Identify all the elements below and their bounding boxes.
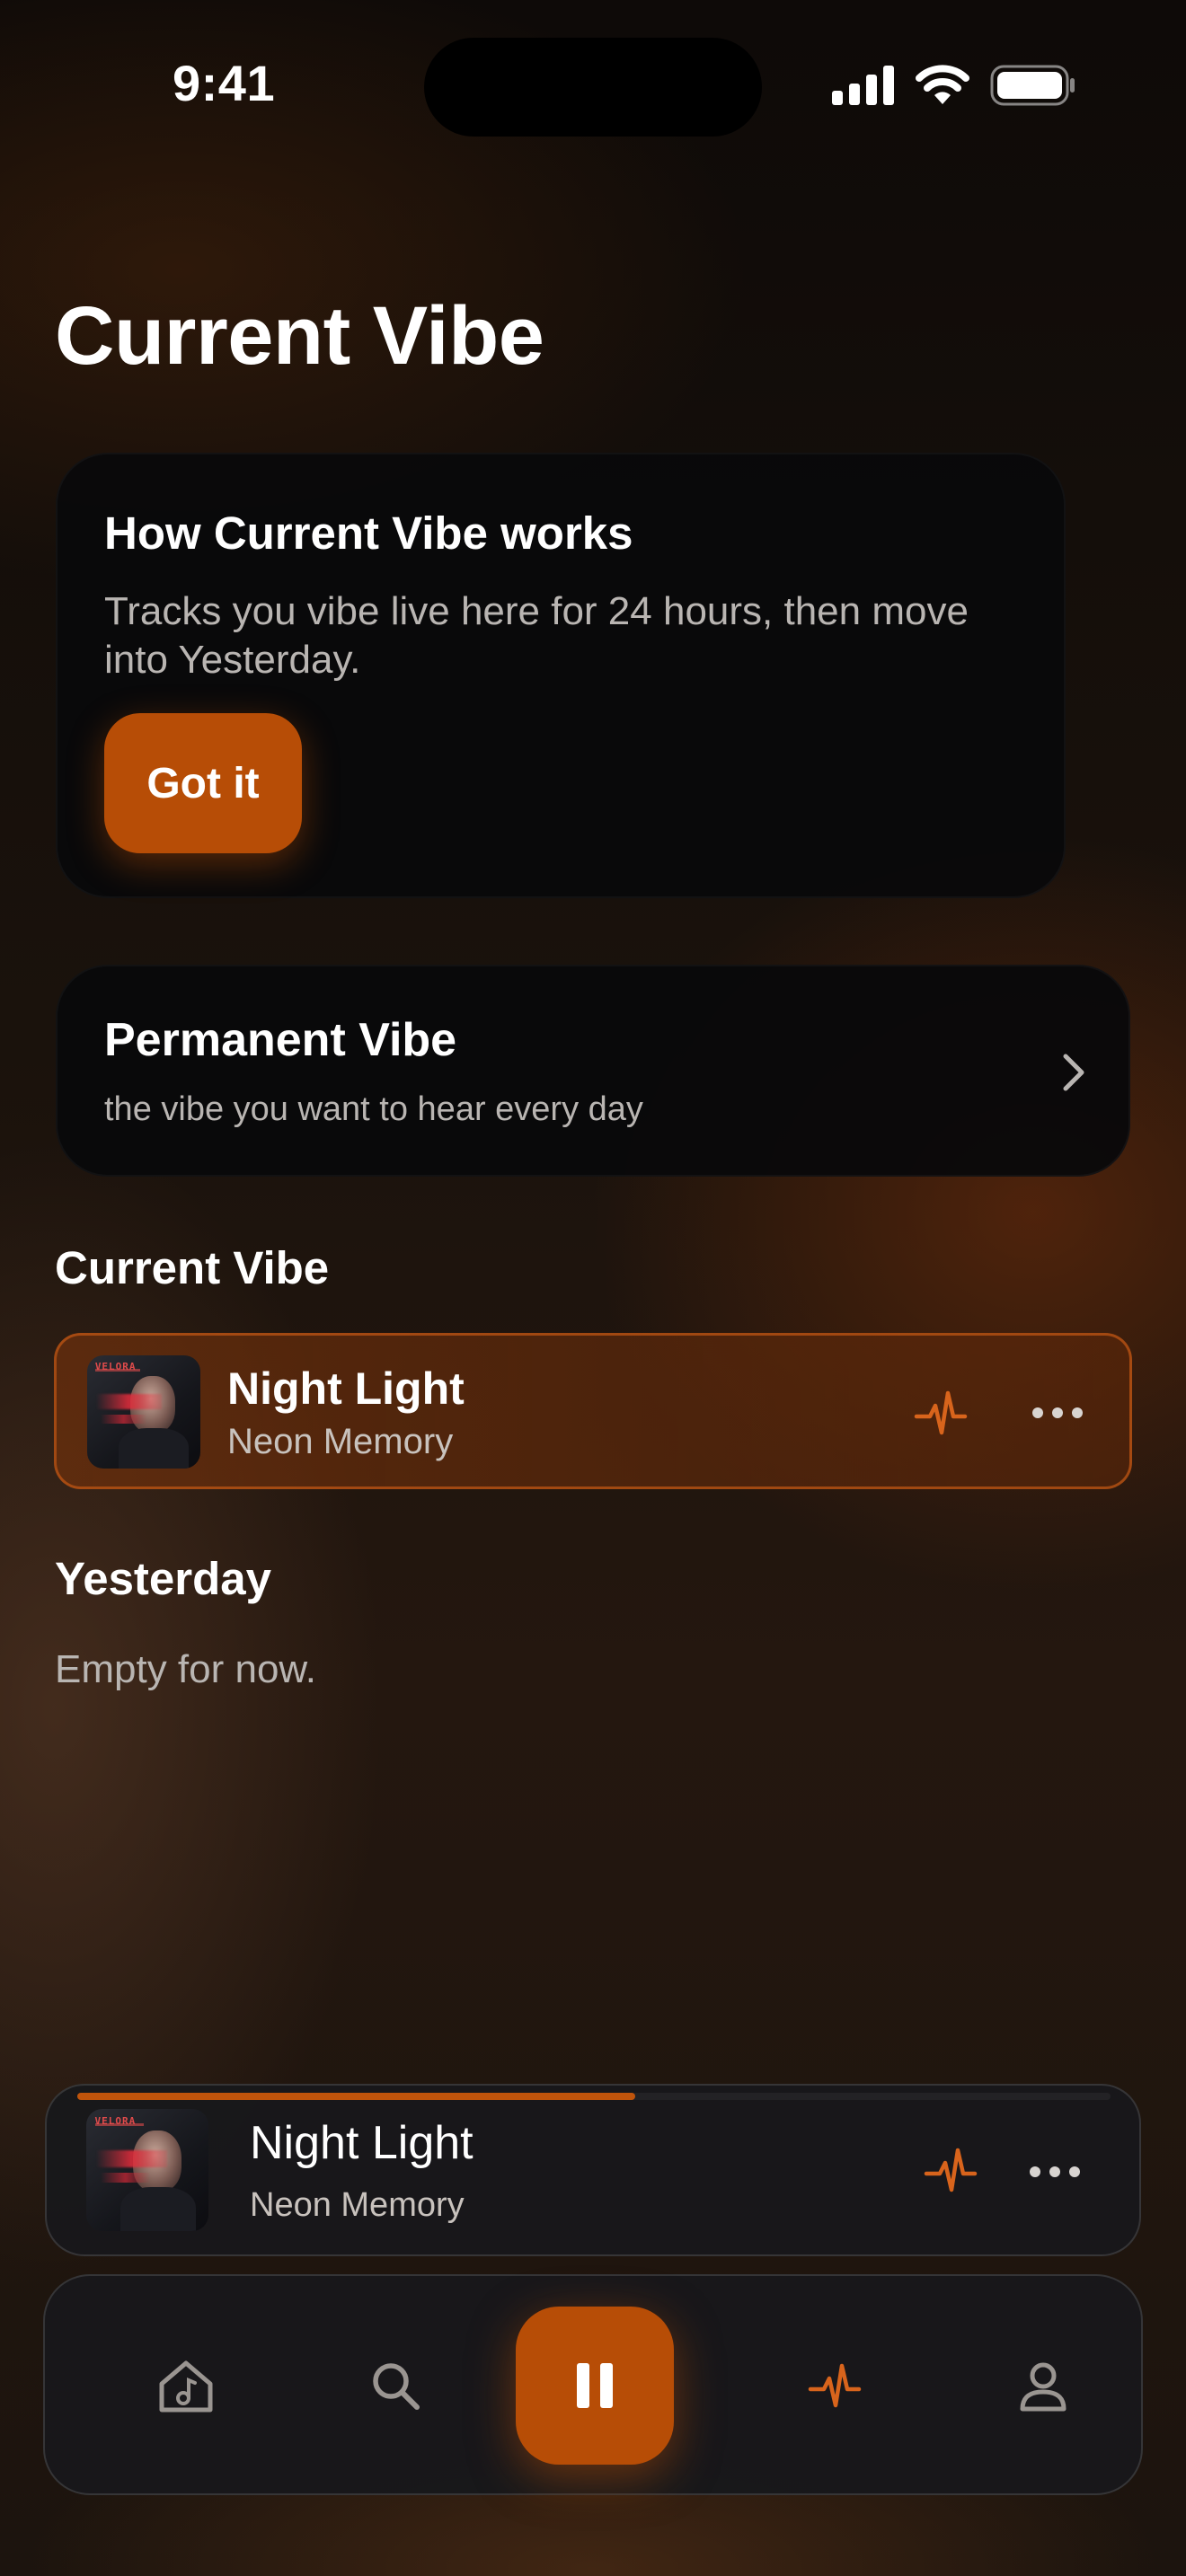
info-card-description: Tracks you vibe live here for 24 hours, …	[104, 589, 969, 682]
chevron-right-icon	[1063, 1054, 1084, 1091]
got-it-button[interactable]: Got it	[104, 713, 302, 853]
pause-icon	[577, 2363, 613, 2408]
home-music-icon	[159, 2360, 213, 2413]
track-artist: Neon Memory	[227, 1422, 454, 1461]
now-playing-album-art: VELORA	[86, 2109, 208, 2231]
play-pause-button[interactable]	[516, 2307, 674, 2465]
permanent-vibe-card[interactable]: Permanent Vibe the vibe you want to hear…	[56, 965, 1130, 1177]
album-art: VELORA	[87, 1355, 200, 1469]
tab-bar	[43, 2274, 1143, 2495]
permanent-vibe-title: Permanent Vibe	[104, 1014, 457, 1066]
more-options-icon[interactable]	[1032, 1407, 1083, 1418]
permanent-vibe-subtitle: the vibe you want to hear every day	[104, 1090, 643, 1128]
info-card-title: How Current Vibe works	[104, 507, 633, 559]
battery-icon	[990, 65, 1075, 106]
how-it-works-card: How Current Vibe works Tracks you vibe l…	[56, 453, 1066, 898]
now-playing-bar[interactable]: VELORA Night Light Neon Memory	[45, 2084, 1141, 2256]
pulse-icon[interactable]	[924, 2145, 978, 2197]
more-options-icon[interactable]	[1030, 2166, 1080, 2177]
status-icons	[832, 65, 1076, 106]
track-title: Night Light	[227, 1363, 465, 1414]
now-playing-artist: Neon Memory	[250, 2186, 465, 2224]
pulse-icon[interactable]	[914, 1388, 968, 1440]
yesterday-empty-text: Empty for now.	[55, 1647, 317, 1691]
wifi-icon	[916, 65, 969, 104]
now-playing-title: Night Light	[250, 2117, 474, 2169]
playback-progress[interactable]	[77, 2093, 1111, 2100]
cellular-signal-icon	[832, 66, 894, 105]
current-vibe-heading: Current Vibe	[55, 1242, 330, 1293]
track-row[interactable]: VELORA Night Light Neon Memory	[54, 1333, 1132, 1489]
page-title: Current Vibe	[55, 290, 544, 382]
tab-search[interactable]	[356, 2346, 437, 2427]
tab-home[interactable]	[146, 2346, 226, 2427]
profile-icon	[1020, 2362, 1067, 2412]
status-time: 9:41	[173, 55, 276, 111]
playback-progress-fill	[77, 2093, 635, 2100]
pulse-icon	[808, 2363, 862, 2408]
yesterday-heading: Yesterday	[55, 1553, 272, 1604]
tab-profile[interactable]	[1003, 2346, 1084, 2427]
search-icon	[373, 2363, 420, 2410]
dynamic-island	[424, 38, 762, 137]
tab-vibe[interactable]	[794, 2346, 875, 2427]
